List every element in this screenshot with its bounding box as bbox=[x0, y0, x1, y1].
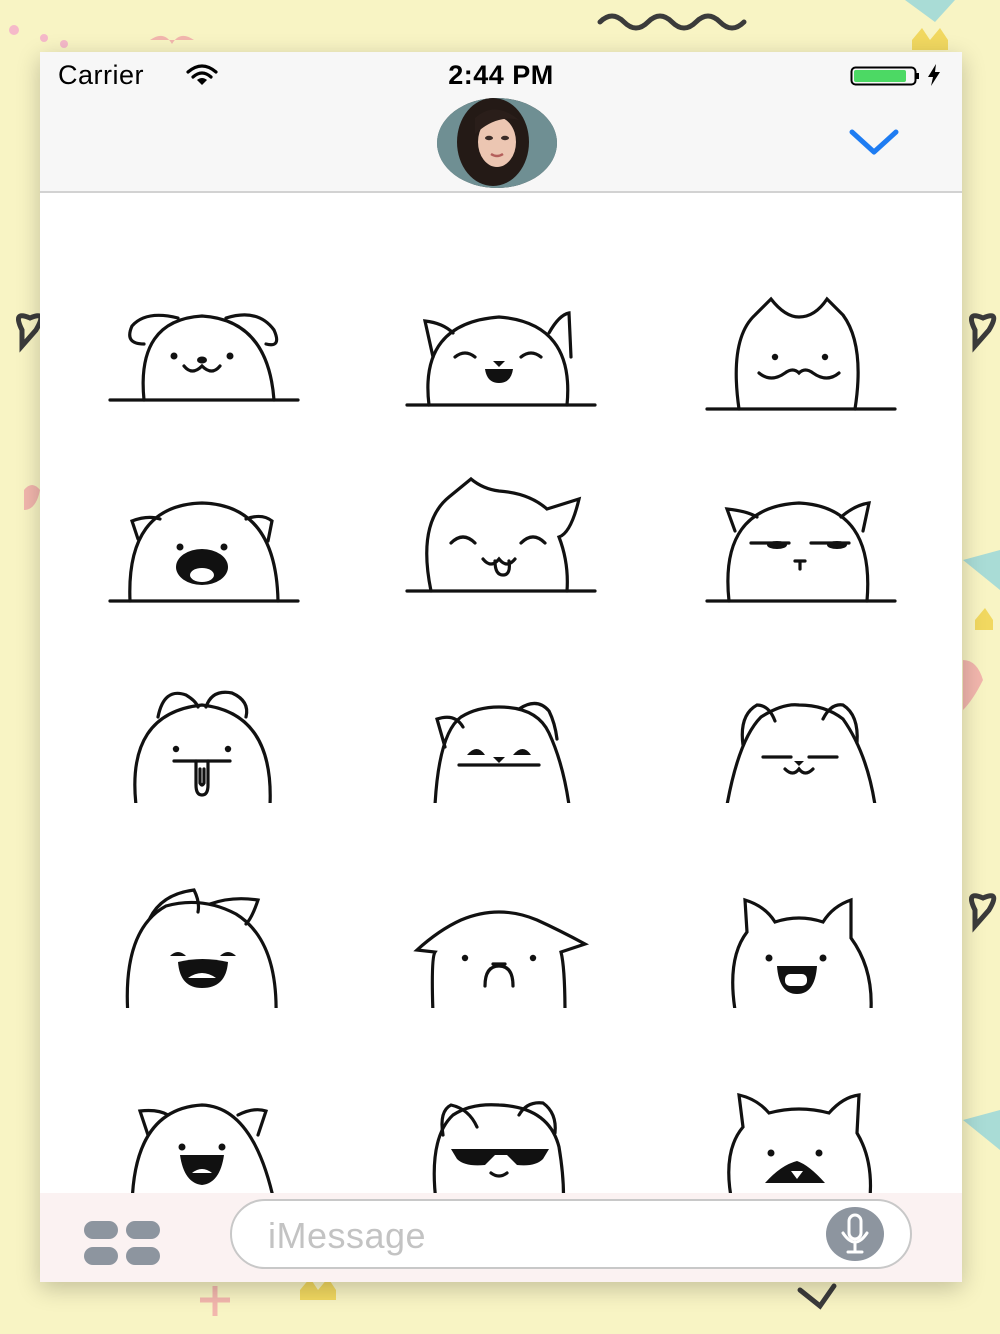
sticker-bear-grin[interactable] bbox=[102, 1043, 302, 1203]
sticker-cat-tongue[interactable] bbox=[399, 433, 599, 593]
imessage-window: Carrier 2:44 PM iMessage bbox=[40, 52, 962, 1282]
contact-avatar[interactable] bbox=[437, 98, 557, 188]
sticker-bunny-laugh[interactable] bbox=[102, 848, 302, 1008]
sticker-fox-mustache[interactable] bbox=[699, 253, 899, 413]
microphone-button[interactable] bbox=[826, 1207, 884, 1261]
sticker-grid bbox=[40, 193, 962, 1203]
sticker-cat-squint[interactable] bbox=[399, 643, 599, 803]
sticker-dog-frown[interactable] bbox=[399, 848, 599, 1008]
sticker-fox-drool[interactable] bbox=[699, 848, 899, 1008]
status-bar: Carrier 2:44 PM bbox=[40, 52, 962, 96]
sticker-bunny-drool[interactable] bbox=[102, 643, 302, 803]
conversation-header: Carrier 2:44 PM bbox=[40, 52, 962, 193]
charging-bolt-icon bbox=[928, 64, 940, 86]
sticker-cat-smug[interactable] bbox=[699, 643, 899, 803]
sticker-cat-unimpressed[interactable] bbox=[699, 443, 899, 603]
message-input-bar: iMessage bbox=[40, 1193, 962, 1282]
chevron-down-icon[interactable] bbox=[844, 124, 904, 160]
status-time: 2:44 PM bbox=[448, 60, 554, 90]
message-placeholder: iMessage bbox=[268, 1215, 427, 1256]
sticker-bear-shout[interactable] bbox=[102, 443, 302, 603]
sticker-cat-sunglasses[interactable] bbox=[399, 1043, 599, 1203]
sticker-fox-scream[interactable] bbox=[699, 1043, 899, 1203]
sticker-dog-smile[interactable] bbox=[102, 248, 302, 408]
microphone-icon bbox=[841, 1213, 869, 1254]
imessage-input[interactable]: iMessage bbox=[230, 1199, 912, 1269]
app-drawer-icon[interactable] bbox=[84, 1221, 160, 1267]
sticker-cat-laugh[interactable] bbox=[399, 253, 599, 413]
battery-charging-icon bbox=[850, 66, 919, 86]
